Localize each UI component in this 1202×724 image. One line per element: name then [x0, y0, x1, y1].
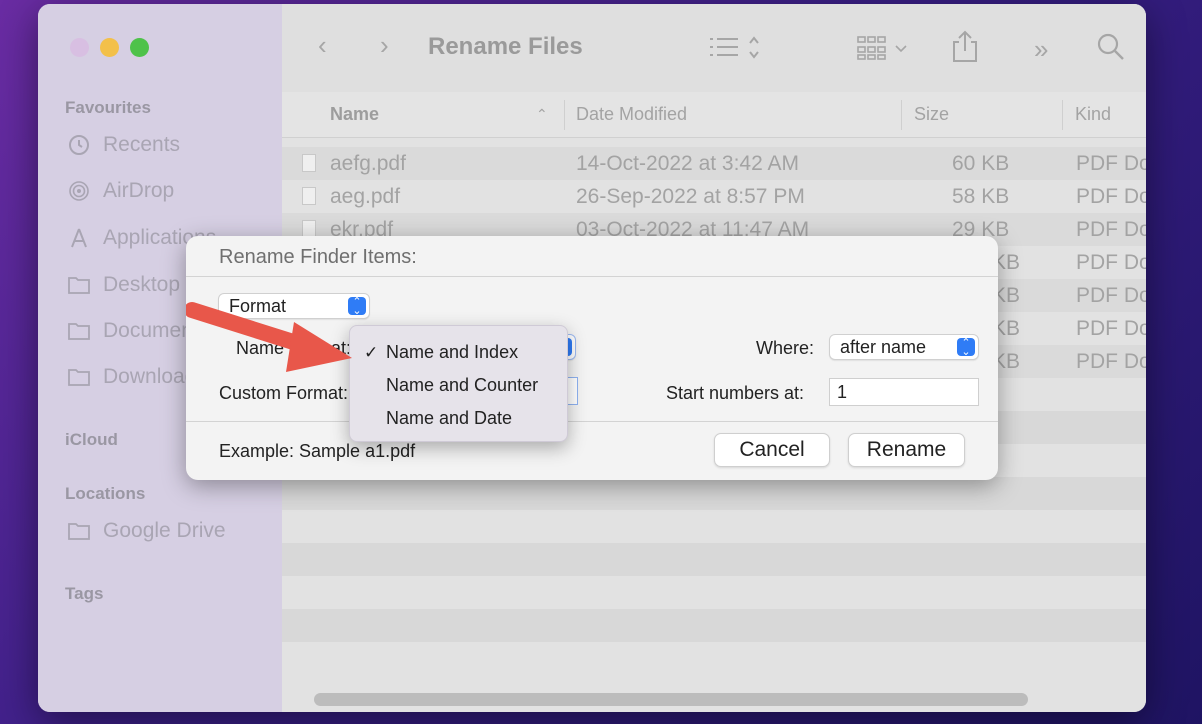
- sidebar-section-icloud: iCloud: [65, 430, 118, 449]
- airdrop-icon: [67, 180, 91, 202]
- search-icon[interactable]: [1096, 32, 1126, 69]
- column-header: Name ⌃ Date Modified Size Kind: [282, 92, 1146, 138]
- forward-icon[interactable]: ›: [380, 30, 389, 61]
- sidebar-section-tags: Tags: [65, 584, 104, 603]
- column-kind[interactable]: Kind: [1075, 104, 1111, 125]
- annotation-arrow-icon: [186, 302, 352, 372]
- checkmark-icon: ✓: [364, 343, 379, 362]
- menu-item-name-and-date[interactable]: Name and Date: [386, 408, 512, 429]
- sidebar-item-desktop[interactable]: Desktop: [67, 273, 180, 297]
- sidebar-item-google-drive[interactable]: Google Drive: [67, 519, 226, 543]
- popup-chevrons-icon: ⌃⌄: [957, 338, 975, 358]
- cancel-button[interactable]: Cancel: [714, 433, 830, 467]
- sidebar-item-label: AirDrop: [103, 179, 175, 202]
- dialog-title: Rename Finder Items:: [219, 246, 417, 268]
- menu-item-name-and-index[interactable]: Name and Index: [386, 342, 518, 363]
- window-title: Rename Files: [428, 33, 583, 60]
- column-size[interactable]: Size: [914, 104, 949, 125]
- share-icon[interactable]: [950, 30, 980, 71]
- sort-chevron-up-icon: ⌃: [536, 106, 548, 122]
- sidebar-section-favourites: Favourites: [65, 98, 151, 117]
- zoom-button[interactable]: [130, 38, 149, 57]
- folder-icon: [67, 366, 91, 388]
- where-label: Where:: [756, 338, 815, 358]
- close-button[interactable]: [70, 38, 89, 57]
- sidebar-item-label: Google Drive: [103, 519, 226, 542]
- more-icon[interactable]: »: [1034, 34, 1048, 65]
- sidebar-item-recents[interactable]: Recents: [67, 133, 180, 157]
- folder-icon: [67, 520, 91, 542]
- clock-icon: [67, 134, 91, 156]
- table-row[interactable]: aeg.pdf 26-Sep-2022 at 8:57 PM 58 KB PDF…: [282, 180, 1146, 213]
- rename-button[interactable]: Rename: [848, 433, 965, 467]
- sidebar-item-label: Recents: [103, 133, 181, 156]
- applications-icon: [67, 227, 91, 249]
- sidebar-item-label: Desktop: [103, 273, 181, 296]
- toolbar: ‹ › Rename Files »: [282, 4, 1146, 92]
- minimize-button[interactable]: [100, 38, 119, 57]
- table-row[interactable]: aefg.pdf 14-Oct-2022 at 3:42 AM 60 KB PD…: [282, 147, 1146, 180]
- custom-format-label: Custom Format:: [219, 383, 349, 403]
- pdf-file-icon: [302, 187, 316, 205]
- pdf-file-icon: [302, 154, 316, 172]
- horizontal-scrollbar[interactable]: [314, 693, 1028, 706]
- start-numbers-label: Start numbers at:: [666, 383, 805, 403]
- name-format-menu: ✓ Name and Index Name and Counter Name a…: [349, 325, 568, 442]
- traffic-lights: [70, 38, 149, 57]
- menu-item-name-and-counter[interactable]: Name and Counter: [386, 375, 538, 396]
- column-name[interactable]: Name: [330, 104, 379, 125]
- where-popup[interactable]: after name ⌃ ⌄: [829, 334, 979, 360]
- column-date-modified[interactable]: Date Modified: [576, 104, 687, 125]
- group-icon[interactable]: [856, 34, 914, 69]
- back-icon[interactable]: ‹: [318, 30, 327, 61]
- start-numbers-field[interactable]: 1: [829, 378, 979, 406]
- list-view-icon[interactable]: [708, 34, 766, 69]
- example-text: Example: Sample a1.pdf: [219, 441, 416, 461]
- folder-icon: [67, 320, 91, 342]
- sidebar-section-locations: Locations: [65, 484, 146, 503]
- sidebar-item-airdrop[interactable]: AirDrop: [67, 179, 174, 203]
- folder-icon: [67, 274, 91, 296]
